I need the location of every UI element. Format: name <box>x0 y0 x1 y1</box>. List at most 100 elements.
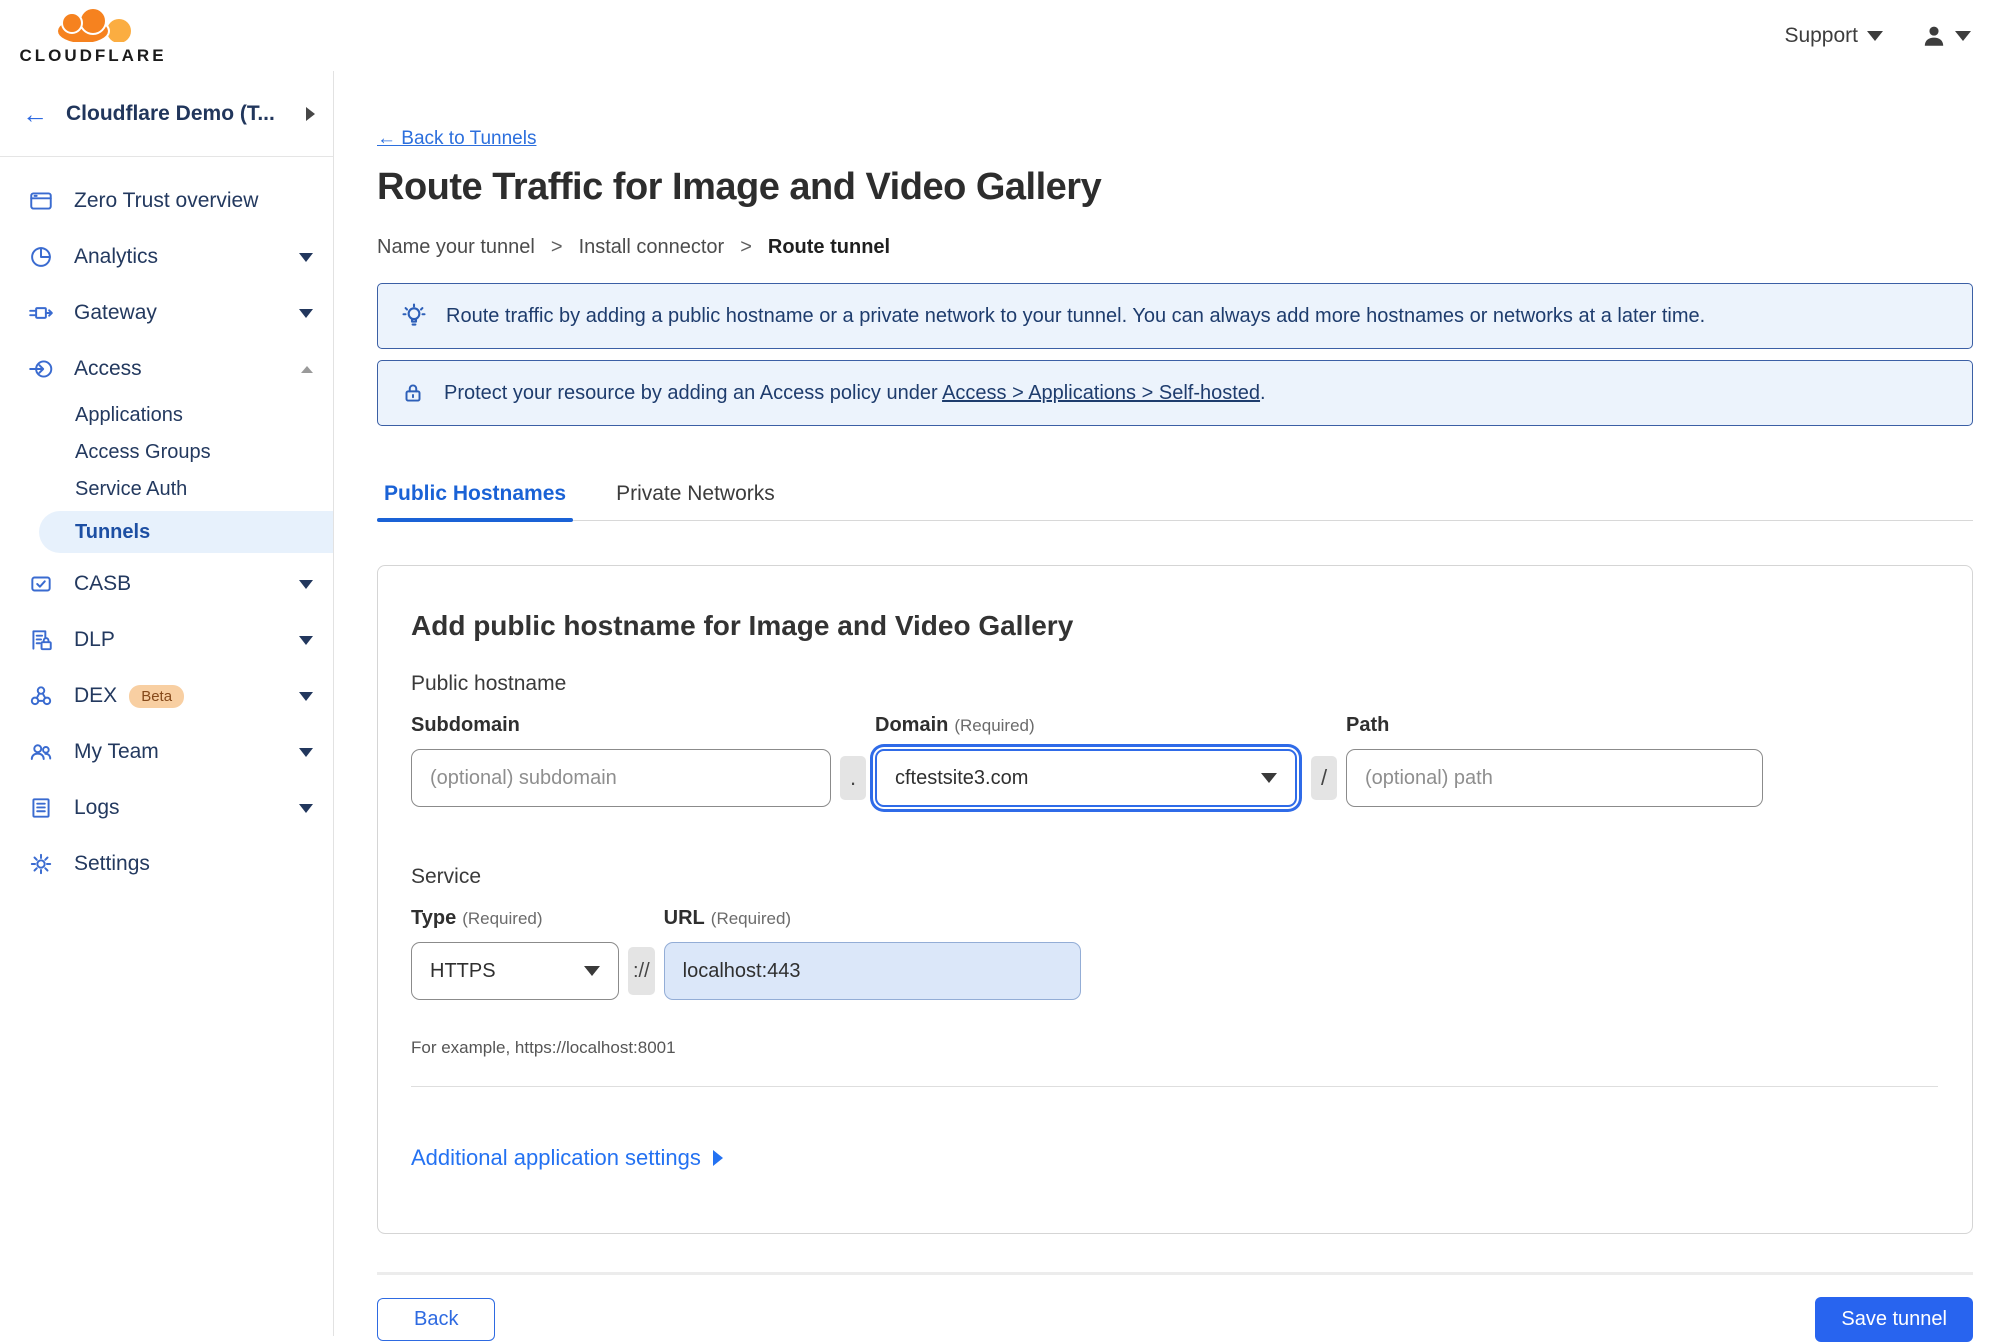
chevron-down-icon <box>1867 30 1883 41</box>
sidebar-item-zero-trust-overview[interactable]: Zero Trust overview <box>0 173 333 229</box>
sidebar-item-dex[interactable]: DEX Beta <box>0 668 333 724</box>
save-tunnel-button[interactable]: Save tunnel <box>1815 1297 1973 1342</box>
service-section-label: Service <box>411 865 482 888</box>
sidebar-item-label: DEX <box>74 684 118 707</box>
sidebar-item-analytics[interactable]: Analytics <box>0 229 333 285</box>
additional-settings-label: Additional application settings <box>411 1145 701 1170</box>
sidebar-item-label: Access <box>74 357 142 380</box>
access-applications-self-hosted-link[interactable]: Access > Applications > Self-hosted <box>942 382 1260 404</box>
sidebar: ← Cloudflare Demo (T... Zero Trust overv… <box>0 71 334 1336</box>
back-button[interactable]: Back <box>377 1298 496 1341</box>
lightbulb-icon <box>402 303 426 326</box>
casb-icon <box>26 569 56 599</box>
chevron-down-icon[interactable] <box>299 803 313 813</box>
path-label: Path <box>1346 714 1390 736</box>
chevron-down-icon[interactable] <box>299 579 313 589</box>
top-header: CLOUDFLARE Support <box>0 0 1999 71</box>
support-menu[interactable]: Support <box>1784 24 1883 48</box>
step-name-your-tunnel[interactable]: Name your tunnel <box>377 236 535 259</box>
url-example-hint: For example, https://localhost:8001 <box>411 1038 676 1057</box>
step-separator: > <box>550 236 563 258</box>
sidebar-item-label: CASB <box>74 572 132 595</box>
banner-text: Route traffic by adding a public hostnam… <box>446 304 1706 327</box>
required-label: (Required) <box>954 716 1035 735</box>
sidebar-item-label: My Team <box>74 740 159 763</box>
public-hostname-section-label: Public hostname <box>411 672 567 695</box>
user-menu[interactable] <box>1921 23 1971 49</box>
required-label: (Required) <box>462 909 543 928</box>
wizard-steps: Name your tunnel > Install connector > R… <box>377 236 1973 259</box>
path-input[interactable] <box>1346 749 1763 807</box>
gear-icon <box>26 849 56 879</box>
slash-separator: / <box>1311 756 1337 800</box>
sidebar-item-applications[interactable]: Applications <box>0 397 333 434</box>
sidebar-item-dlp[interactable]: DLP <box>0 612 333 668</box>
account-name: Cloudflare Demo (T... <box>66 101 275 125</box>
service-url-input[interactable] <box>663 942 1081 1000</box>
cloudflare-cloud-icon <box>51 7 143 48</box>
chevron-down-icon[interactable] <box>299 252 313 262</box>
main-content: ← Back to Tunnels Route Traffic for Imag… <box>334 71 1999 1342</box>
lock-icon <box>405 384 421 402</box>
tab-public-hostnames[interactable]: Public Hostnames <box>377 472 574 522</box>
sidebar-item-casb[interactable]: CASB <box>0 556 333 612</box>
card-heading: Add public hostname for Image and Video … <box>411 610 1074 641</box>
sidebar-item-label: Settings <box>74 852 150 875</box>
chevron-down-icon[interactable] <box>299 308 313 318</box>
dot-separator: . <box>840 756 866 800</box>
chevron-right-icon[interactable] <box>306 106 315 121</box>
type-label: Type <box>411 907 457 929</box>
additional-settings-toggle[interactable]: Additional application settings <box>411 1145 1938 1171</box>
footer-divider <box>377 1272 1973 1275</box>
info-banner-route-traffic: Route traffic by adding a public hostnam… <box>377 283 1973 349</box>
domain-select[interactable]: cftestsite3.com <box>875 749 1297 807</box>
footer-actions: Back Save tunnel <box>377 1297 1973 1342</box>
sidebar-item-gateway[interactable]: Gateway <box>0 285 333 341</box>
domain-label: Domain <box>875 714 949 736</box>
subdomain-label: Subdomain <box>411 714 520 736</box>
sidebar-item-tunnels[interactable]: Tunnels <box>39 511 333 553</box>
sidebar-subitem-label: Access Groups <box>75 441 211 463</box>
analytics-icon <box>26 242 56 272</box>
sidebar-item-logs[interactable]: Logs <box>0 780 333 836</box>
sidebar-item-access-groups[interactable]: Access Groups <box>0 434 333 471</box>
service-field-row: Type (Required) HTTPS :// URL (Required) <box>411 907 1938 1000</box>
required-label: (Required) <box>710 909 792 928</box>
support-label: Support <box>1784 23 1858 47</box>
service-type-select[interactable]: HTTPS <box>411 942 619 1000</box>
overview-icon <box>26 186 56 216</box>
sidebar-item-service-auth[interactable]: Service Auth <box>0 471 333 508</box>
access-icon <box>26 354 56 384</box>
logs-icon <box>26 793 56 823</box>
add-hostname-card: Add public hostname for Image and Video … <box>377 565 1973 1234</box>
sidebar-item-access[interactable]: Access <box>0 341 333 397</box>
chevron-down-icon <box>584 966 600 976</box>
sidebar-subitem-label: Tunnels <box>75 520 151 543</box>
back-arrow-icon[interactable]: ← <box>22 101 48 127</box>
sidebar-item-my-team[interactable]: My Team <box>0 724 333 780</box>
back-to-tunnels-link[interactable]: ← Back to Tunnels <box>377 128 536 150</box>
info-banner-access-policy: Protect your resource by adding an Acces… <box>377 360 1973 426</box>
dex-icon <box>26 681 56 711</box>
chevron-down-icon[interactable] <box>299 691 313 701</box>
scheme-separator: :// <box>628 947 655 995</box>
dlp-icon <box>26 625 56 655</box>
chevron-up-icon[interactable] <box>301 365 313 373</box>
url-label: URL <box>663 907 705 929</box>
sidebar-item-label: Analytics <box>74 245 159 268</box>
gateway-icon <box>26 298 56 328</box>
sidebar-item-settings[interactable]: Settings <box>0 836 333 892</box>
account-switcher[interactable]: ← Cloudflare Demo (T... <box>0 71 333 157</box>
chevron-down-icon[interactable] <box>299 635 313 645</box>
sidebar-subitem-label: Applications <box>75 404 183 426</box>
chevron-down-icon[interactable] <box>299 747 313 757</box>
subdomain-input[interactable] <box>411 749 831 807</box>
service-type-value: HTTPS <box>430 959 496 982</box>
team-icon <box>26 737 56 767</box>
step-install-connector[interactable]: Install connector <box>579 236 725 259</box>
domain-select-value: cftestsite3.com <box>895 766 1029 789</box>
tab-private-networks[interactable]: Private Networks <box>609 472 782 520</box>
sidebar-item-label: Gateway <box>74 301 157 324</box>
hostname-field-row: Subdomain . Domain (Required) cftestsite3… <box>411 714 1938 807</box>
sidebar-item-label: Logs <box>74 796 120 819</box>
